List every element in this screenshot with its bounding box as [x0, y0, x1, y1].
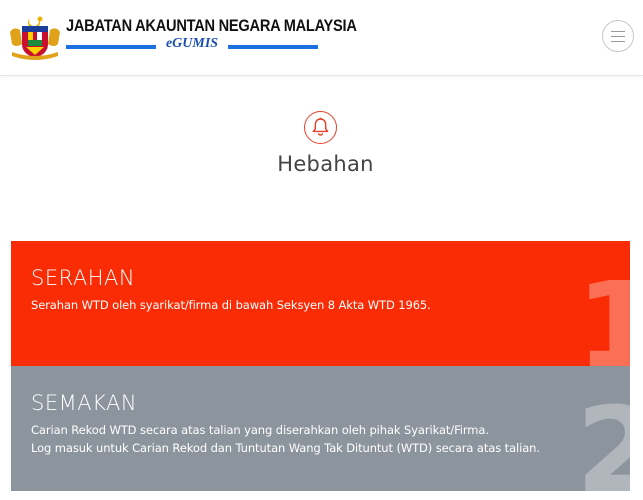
semakan-panel[interactable]: SEMAKAN Carian Rekod WTD secara atas tal…	[11, 366, 630, 491]
panel-description: Log masuk untuk Carian Rekod dan Tuntuta…	[31, 441, 540, 455]
brand-divider-right	[228, 45, 318, 49]
bell-icon	[304, 111, 337, 144]
panel-number: 2	[576, 381, 630, 491]
serahan-panel[interactable]: SERAHAN Serahan WTD oleh syarikat/firma …	[11, 241, 630, 366]
brand-name: eGUMIS	[165, 36, 219, 51]
site-header: JABATAN AKAUNTAN NEGARA MALAYSIA eGUMIS	[0, 0, 643, 76]
hamburger-menu-icon	[611, 41, 625, 42]
panel-title: SERAHAN	[31, 266, 136, 290]
panel-description: Carian Rekod WTD secara atas talian yang…	[31, 423, 489, 437]
menu-button[interactable]	[602, 20, 634, 52]
panel-number: 1	[576, 256, 630, 366]
panel-title: SEMAKAN	[31, 391, 138, 415]
section-title: Hebahan	[277, 152, 374, 176]
coat-of-arms-icon	[10, 16, 60, 60]
hamburger-menu-icon	[611, 36, 625, 37]
hamburger-menu-icon	[611, 31, 625, 32]
panel-description: Serahan WTD oleh syarikat/firma di bawah…	[31, 298, 431, 312]
brand-divider-left	[66, 45, 156, 49]
coat-of-arms-logo[interactable]	[8, 14, 62, 60]
organization-name: JABATAN AKAUNTAN NEGARA MALAYSIA	[66, 16, 357, 35]
